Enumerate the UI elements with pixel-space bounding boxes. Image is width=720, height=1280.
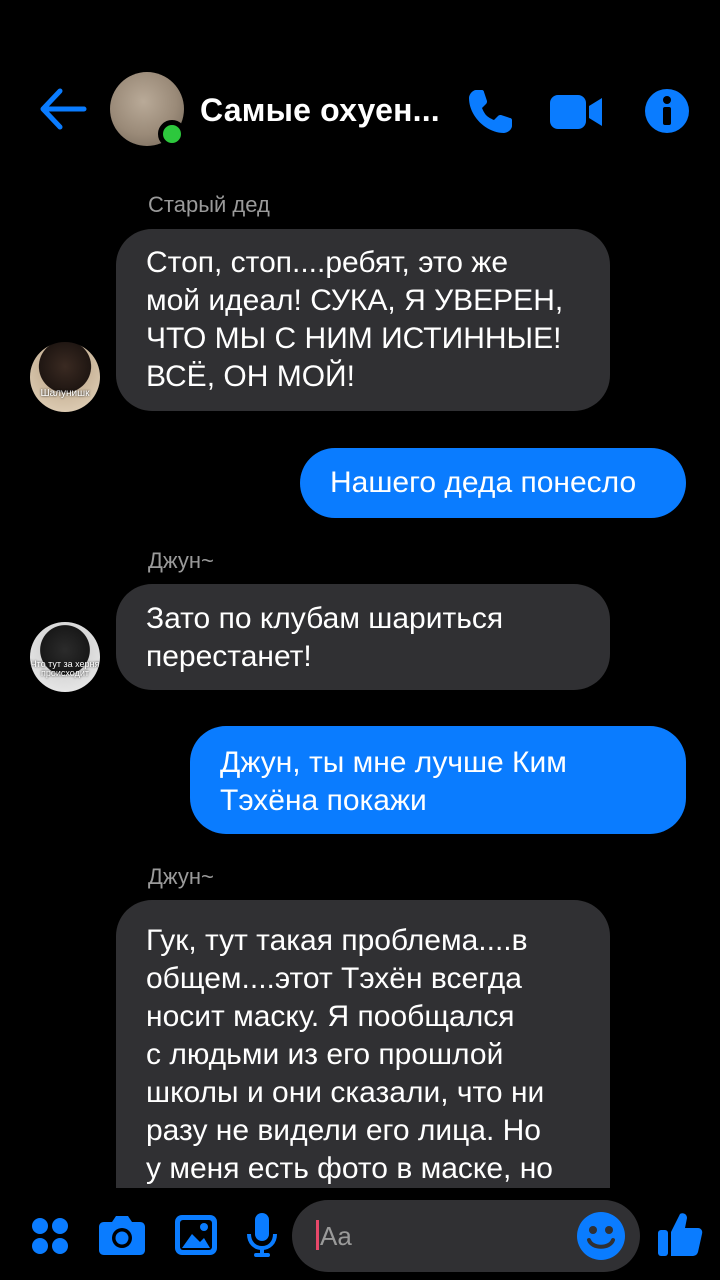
message-bubble-outgoing[interactable]: Джун, ты мне лучше Ким Тэхёна покажи [190, 726, 686, 834]
sender-name: Джун~ [148, 548, 214, 573]
camera-icon[interactable] [98, 1214, 146, 1256]
message-line: Нашего деда понесло [330, 466, 637, 499]
message-line: Стоп, стоп....ребят, это же [146, 246, 509, 279]
message-input-placeholder: Aa [320, 1221, 352, 1251]
image-icon[interactable] [174, 1214, 218, 1256]
message-bubble-incoming[interactable]: Гук, тут такая проблема....в общем....эт… [116, 900, 610, 1200]
message-line: ВСЁ, ОН МОЙ! [146, 360, 355, 393]
message-bubble-incoming[interactable]: Стоп, стоп....ребят, это же мой идеал! С… [116, 229, 610, 411]
arrow-left-icon[interactable] [38, 87, 88, 131]
chat-header: Самые охуен... [0, 60, 720, 160]
sender-avatar[interactable]: Что тут за херня происходит [30, 622, 100, 692]
video-camera-icon[interactable] [548, 92, 604, 132]
thumbs-up-icon[interactable] [656, 1210, 704, 1258]
smiley-icon[interactable] [576, 1211, 626, 1261]
group-avatar[interactable] [110, 72, 186, 148]
text-cursor [316, 1220, 319, 1250]
sender-name: Старый дед [148, 192, 270, 217]
sender-name: Джун~ [148, 864, 214, 889]
message-input[interactable]: Aa [292, 1200, 640, 1272]
message-line: у меня есть фото в маске, но [146, 1152, 553, 1185]
message-line: ЧТО МЫ С НИМ ИСТИННЫЕ! [146, 322, 562, 355]
message-line: Зато по клубам шариться [146, 602, 504, 635]
message-line: носит маску. Я пообщался [146, 1000, 515, 1033]
message-line: мой идеал! СУКА, Я УВЕРЕН, [146, 284, 564, 317]
chat-title[interactable]: Самые охуен... [200, 92, 450, 129]
apps-grid-icon[interactable] [30, 1216, 70, 1256]
message-line: разу не видели его лица. Но [146, 1114, 541, 1147]
message-bubble-incoming[interactable]: Зато по клубам шариться перестанет! [116, 584, 610, 690]
composer-bar: Aa [0, 1188, 720, 1280]
message-line: Джун, ты мне лучше Ким [220, 746, 567, 779]
message-line: Тэхёна покажи [220, 784, 427, 817]
info-icon[interactable] [644, 88, 690, 134]
message-line: перестанет! [146, 640, 312, 673]
phone-icon[interactable] [464, 86, 516, 138]
message-bubble-outgoing[interactable]: Нашего деда понесло [300, 448, 686, 518]
online-indicator [158, 120, 186, 148]
message-line: с людьми из его прошлой [146, 1038, 504, 1071]
message-line: Гук, тут такая проблема....в [146, 924, 528, 957]
message-line: общем....этот Тэхён всегда [146, 962, 522, 995]
sender-avatar[interactable]: Шалунишк [30, 342, 100, 412]
avatar-caption: Шалунишк [40, 388, 90, 399]
avatar-caption: Что тут за херня происходит [30, 659, 100, 678]
microphone-icon[interactable] [246, 1212, 278, 1258]
message-line: школы и они сказали, что ни [146, 1076, 545, 1109]
